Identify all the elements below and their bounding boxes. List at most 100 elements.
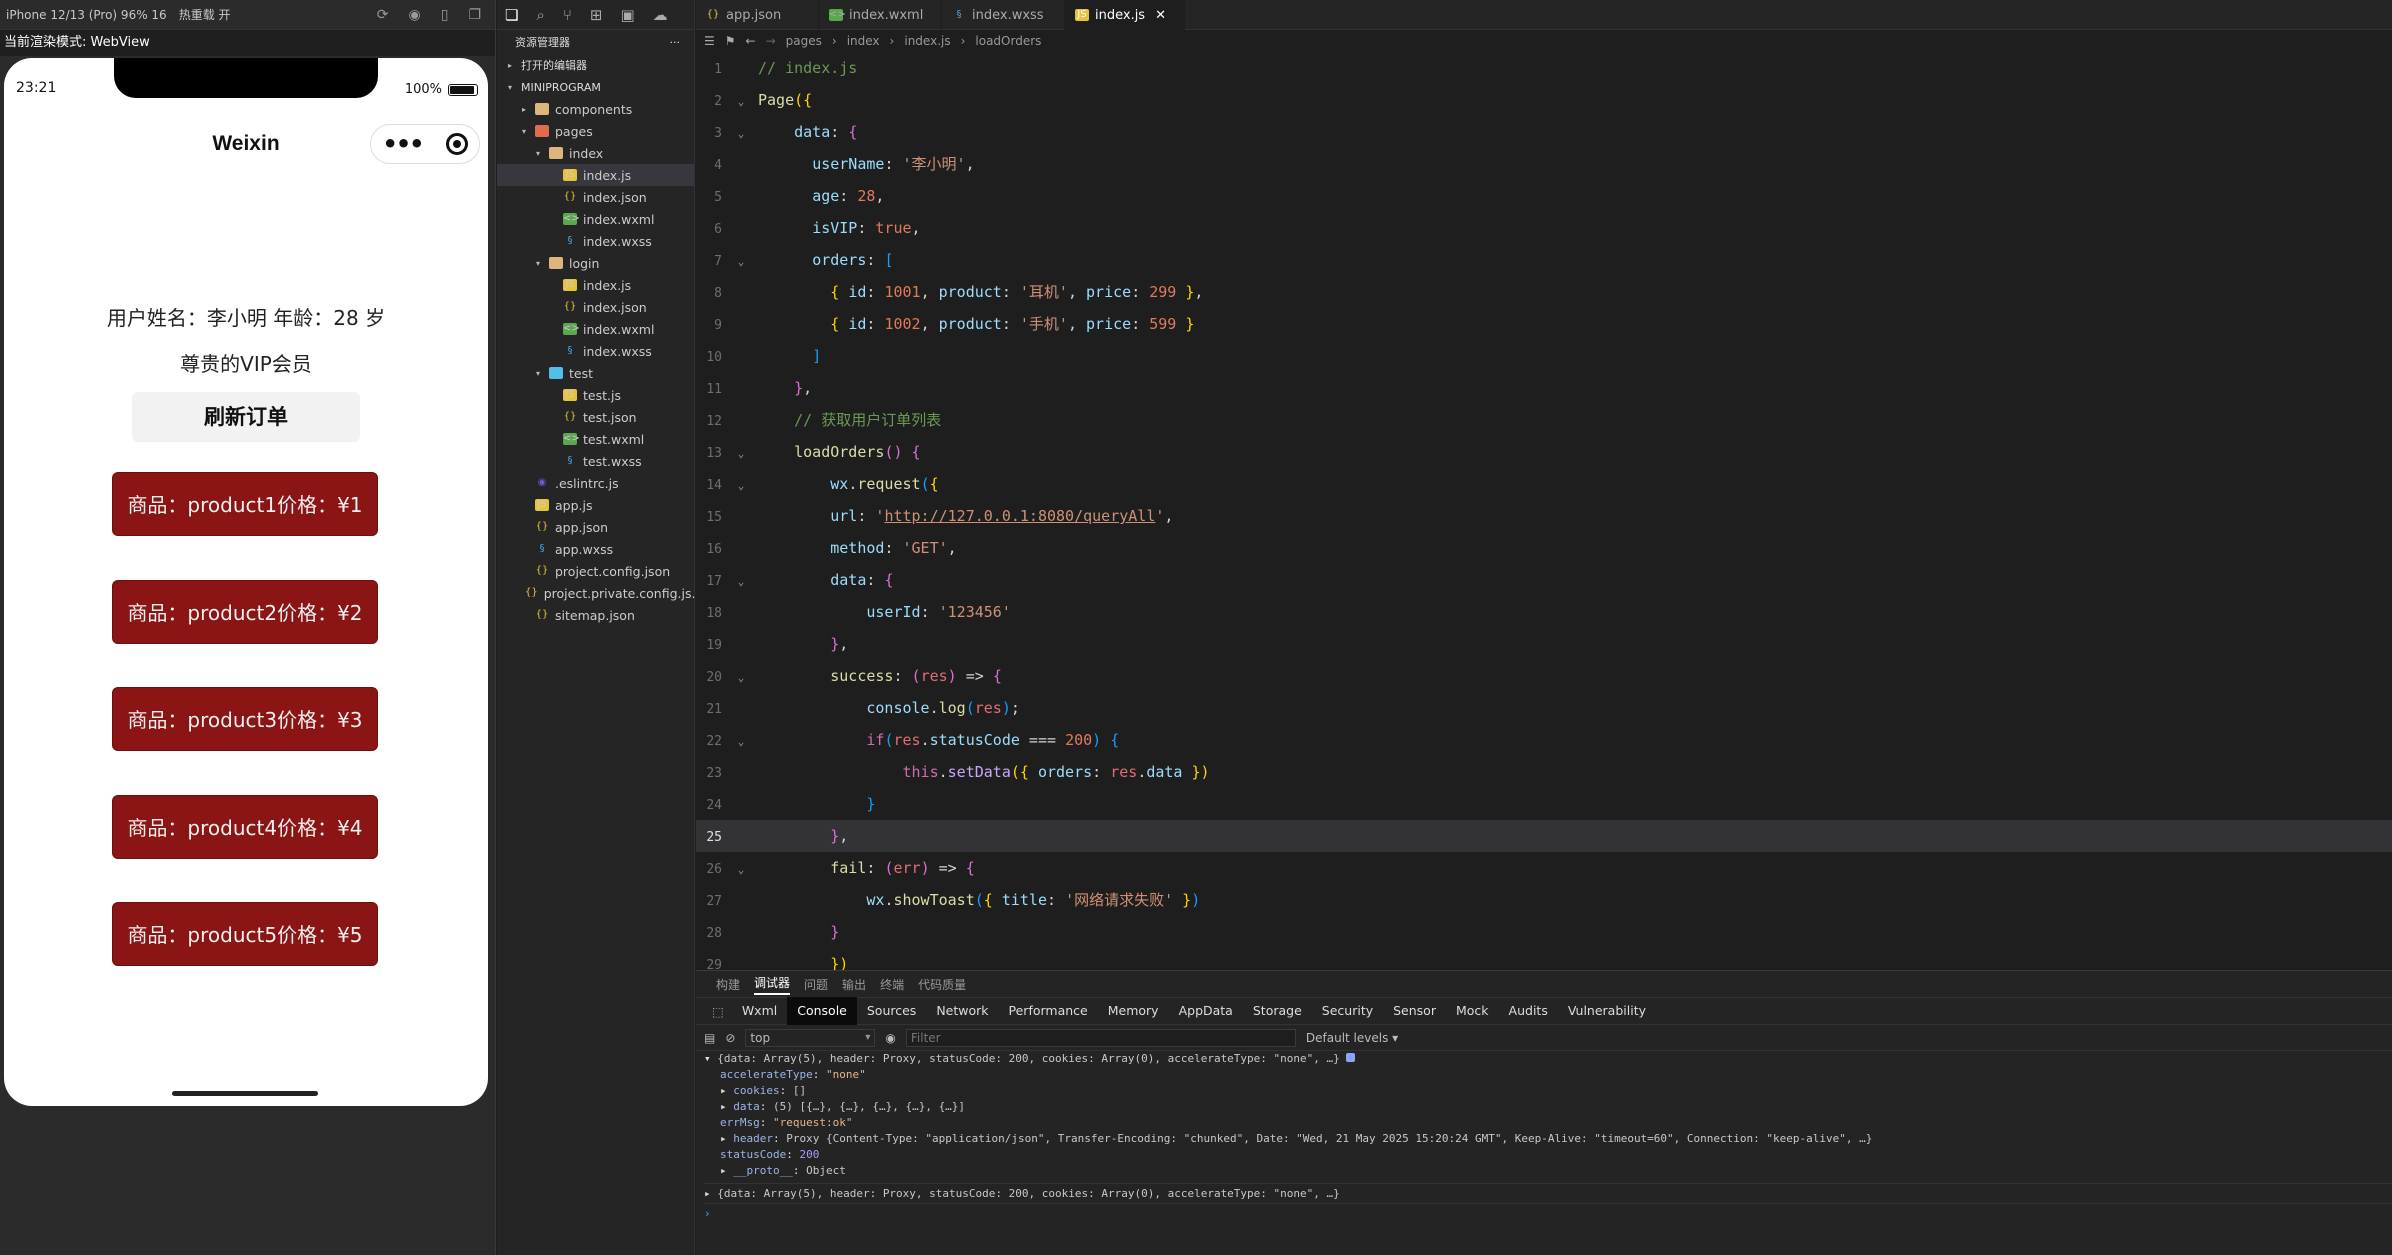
code-line[interactable]: 27 wx.showToast({ title: '网络请求失败' })	[696, 884, 2392, 916]
root-folder-section[interactable]: ▾ MINIPROGRAM	[497, 76, 694, 98]
log-property[interactable]: ▸ data: (5) [{…}, {…}, {…}, {…}, {…}]	[704, 1099, 2392, 1115]
console-log-entry[interactable]: ▸ {data: Array(5), header: Proxy, status…	[704, 1183, 2392, 1200]
file-tree-item[interactable]: {} test.json	[497, 406, 694, 428]
inspect-icon[interactable]: ⬚	[704, 1004, 732, 1019]
fold-chevron-icon[interactable]: ⌄	[734, 438, 748, 470]
clear-console-icon[interactable]: ⊘	[725, 1031, 735, 1045]
context-select[interactable]: top	[745, 1028, 876, 1047]
console-filter-input[interactable]	[905, 1028, 1296, 1047]
devtools-tab[interactable]: AppData	[1169, 997, 1243, 1025]
fold-chevron-icon[interactable]: ⌄	[734, 854, 748, 886]
editor-tab[interactable]: <> index.wxml	[819, 0, 942, 30]
file-tree-item[interactable]: <> test.wxml	[497, 428, 694, 450]
code-line[interactable]: 21 console.log(res);	[696, 692, 2392, 724]
file-tree-item[interactable]: JS index.js	[497, 164, 694, 186]
sidebar-toggle-icon[interactable]: ▤	[704, 1031, 715, 1045]
code-line[interactable]: 14 ⌄ wx.request({	[696, 468, 2392, 500]
file-tree-item[interactable]: § index.wxss	[497, 230, 694, 252]
devtools-tab[interactable]: Console	[787, 997, 857, 1025]
file-tree-item[interactable]: {} index.json	[497, 186, 694, 208]
back-icon[interactable]: ←	[746, 34, 756, 48]
code-line[interactable]: 2 ⌄ Page({	[696, 84, 2392, 116]
order-item[interactable]: 商品：product1价格：¥1	[112, 472, 378, 536]
code-line[interactable]: 7 ⌄ orders: [	[696, 244, 2392, 276]
order-item[interactable]: 商品：product4价格：¥4	[112, 795, 378, 859]
cloud-icon[interactable]: ☁	[653, 6, 668, 24]
log-levels-select[interactable]: Default levels ▾	[1306, 1031, 1398, 1045]
code-line[interactable]: 25 },	[696, 820, 2392, 852]
order-item[interactable]: 商品：product2价格：¥2	[112, 580, 378, 644]
code-line[interactable]: 16 method: 'GET',	[696, 532, 2392, 564]
open-editors-section[interactable]: ▸ 打开的编辑器	[497, 54, 694, 76]
file-tree-item[interactable]: {} sitemap.json	[497, 604, 694, 626]
fold-chevron-icon[interactable]: ⌄	[734, 566, 748, 598]
code-line[interactable]: 29 })	[696, 948, 2392, 970]
panel-tab[interactable]: 输出	[842, 976, 866, 993]
file-tree-item[interactable]: {} index.json	[497, 296, 694, 318]
panel-tab[interactable]: 代码质量	[918, 976, 966, 993]
devtools-tab[interactable]: Vulnerability	[1558, 997, 1656, 1025]
more-icon[interactable]: •••	[382, 132, 424, 156]
log-property[interactable]: ▸ cookies: []	[704, 1083, 2392, 1099]
file-tree-item[interactable]: <> index.wxml	[497, 208, 694, 230]
console-prompt[interactable]: ›	[704, 1203, 2392, 1220]
breadcrumb-item[interactable]: index	[847, 34, 880, 48]
refresh-icon[interactable]: ⟳	[377, 7, 389, 23]
code-line[interactable]: 12 // 获取用户订单列表	[696, 404, 2392, 436]
code-line[interactable]: 11 },	[696, 372, 2392, 404]
devtools-tab[interactable]: Mock	[1446, 997, 1499, 1025]
breadcrumb-item[interactable]: pages	[786, 34, 822, 48]
code-line[interactable]: 15 url: 'http://127.0.0.1:8080/queryAll'…	[696, 500, 2392, 532]
breadcrumb-item[interactable]: index.js	[904, 34, 950, 48]
code-line[interactable]: 8 { id: 1001, product: '耳机', price: 299 …	[696, 276, 2392, 308]
eye-icon[interactable]: ◉	[885, 1031, 895, 1045]
editor-tab[interactable]: {} app.json	[696, 0, 819, 30]
code-line[interactable]: 9 { id: 1002, product: '手机', price: 599 …	[696, 308, 2392, 340]
log-property[interactable]: ▸ header: Proxy {Content-Type: "applicat…	[704, 1131, 2392, 1147]
code-line[interactable]: 19 },	[696, 628, 2392, 660]
code-line[interactable]: 5 age: 28,	[696, 180, 2392, 212]
code-line[interactable]: 4 userName: '李小明',	[696, 148, 2392, 180]
record-icon[interactable]: ◉	[409, 7, 421, 23]
code-line[interactable]: 26 ⌄ fail: (err) => {	[696, 852, 2392, 884]
panel-tab[interactable]: 终端	[880, 976, 904, 993]
fold-chevron-icon[interactable]: ⌄	[734, 118, 748, 150]
code-line[interactable]: 28 }	[696, 916, 2392, 948]
fold-chevron-icon[interactable]: ⌄	[734, 86, 748, 118]
log-property[interactable]: ▸ __proto__: Object	[704, 1163, 2392, 1179]
code-line[interactable]: 17 ⌄ data: {	[696, 564, 2392, 596]
code-line[interactable]: 23 this.setData({ orders: res.data })	[696, 756, 2392, 788]
file-tree-item[interactable]: {} project.private.config.js...	[497, 582, 703, 604]
hot-reload-toggle[interactable]: 热重载 开	[179, 6, 231, 23]
code-line[interactable]: 1 // index.js	[696, 52, 2392, 84]
window-icon[interactable]: ❐	[468, 7, 481, 23]
panel-tab[interactable]: 调试器	[754, 974, 791, 995]
code-line[interactable]: 20 ⌄ success: (res) => {	[696, 660, 2392, 692]
refresh-orders-button[interactable]: 刷新订单	[132, 392, 360, 442]
code-line[interactable]: 13 ⌄ loadOrders() {	[696, 436, 2392, 468]
phone-icon[interactable]: ▯	[441, 7, 449, 23]
devtools-tab[interactable]: Sensor	[1383, 997, 1446, 1025]
file-tree-item[interactable]: ◉ .eslintrc.js	[497, 472, 694, 494]
order-item[interactable]: 商品：product5价格：¥5	[112, 902, 378, 966]
devtools-tab[interactable]: Security	[1312, 997, 1383, 1025]
file-tree-item[interactable]: JS app.js	[497, 494, 694, 516]
file-tree-item[interactable]: JS test.js	[497, 384, 694, 406]
order-item[interactable]: 商品：product3价格：¥3	[112, 687, 378, 751]
device-select[interactable]: iPhone 12/13 (Pro) 96% 16	[6, 8, 167, 22]
more-actions-icon[interactable]: ···	[670, 36, 681, 49]
forward-icon[interactable]: →	[766, 34, 776, 48]
bookmark-icon[interactable]: ⚑	[725, 34, 736, 48]
console-log-entry[interactable]: ▾ {data: Array(5), header: Proxy, status…	[704, 1051, 2392, 1067]
panel-tab[interactable]: 构建	[716, 976, 740, 993]
devtools-tab[interactable]: Performance	[999, 997, 1098, 1025]
file-tree-item[interactable]: ▾ index	[497, 142, 694, 164]
breadcrumb-item[interactable]: loadOrders	[975, 34, 1041, 48]
file-tree-item[interactable]: § index.wxss	[497, 340, 694, 362]
fold-chevron-icon[interactable]: ⌄	[734, 470, 748, 502]
file-tree-item[interactable]: ▾ pages	[497, 120, 694, 142]
code-line[interactable]: 6 isVIP: true,	[696, 212, 2392, 244]
editor-tab[interactable]: § index.wxss	[942, 0, 1065, 30]
search-icon[interactable]: ⌕	[536, 6, 544, 24]
fold-chevron-icon[interactable]: ⌄	[734, 662, 748, 694]
